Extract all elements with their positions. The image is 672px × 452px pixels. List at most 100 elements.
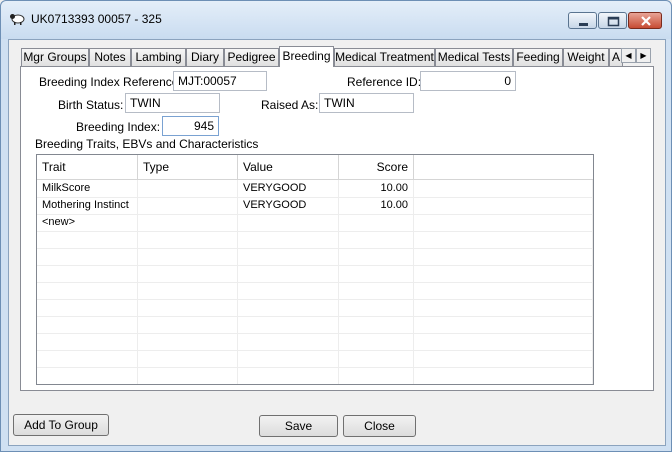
tab-breeding[interactable]: Breeding bbox=[279, 46, 334, 67]
table-cell[interactable] bbox=[37, 248, 138, 265]
table-cell[interactable] bbox=[414, 248, 593, 265]
table-cell[interactable] bbox=[37, 367, 138, 384]
table-cell[interactable] bbox=[414, 367, 593, 384]
table-cell[interactable]: 10.00 bbox=[339, 180, 414, 197]
table-row[interactable]: Mothering Instinct VERYGOOD 10.00 bbox=[37, 197, 593, 215]
table-cell[interactable] bbox=[238, 214, 339, 231]
tab-notes[interactable]: Notes bbox=[89, 48, 131, 66]
table-cell[interactable] bbox=[339, 299, 414, 316]
table-cell[interactable] bbox=[414, 316, 593, 333]
table-cell[interactable] bbox=[138, 180, 238, 197]
table-cell[interactable] bbox=[37, 231, 138, 248]
table-cell[interactable] bbox=[37, 350, 138, 367]
table-row[interactable]: MilkScore VERYGOOD 10.00 bbox=[37, 180, 593, 198]
table-row[interactable] bbox=[37, 333, 593, 351]
table-cell[interactable] bbox=[339, 316, 414, 333]
breeding-index-reference-field[interactable]: MJT:00057 bbox=[173, 71, 267, 91]
table-row[interactable] bbox=[37, 299, 593, 317]
table-cell[interactable] bbox=[339, 248, 414, 265]
tab-scroll-right-button[interactable]: ▶ bbox=[636, 48, 651, 63]
table-cell[interactable] bbox=[339, 350, 414, 367]
tab-mgr-groups[interactable]: Mgr Groups bbox=[21, 48, 89, 66]
table-cell[interactable] bbox=[339, 265, 414, 282]
table-cell[interactable] bbox=[138, 214, 238, 231]
table-cell[interactable]: 10.00 bbox=[339, 197, 414, 214]
table-cell[interactable] bbox=[339, 231, 414, 248]
table-cell[interactable] bbox=[238, 248, 339, 265]
table-cell[interactable] bbox=[37, 333, 138, 350]
table-row[interactable] bbox=[37, 350, 593, 368]
table-cell[interactable] bbox=[238, 265, 339, 282]
table-cell[interactable] bbox=[37, 299, 138, 316]
table-cell[interactable] bbox=[414, 214, 593, 231]
tab-medical-tests[interactable]: Medical Tests bbox=[435, 48, 513, 66]
table-cell[interactable] bbox=[37, 265, 138, 282]
table-cell[interactable]: <new> bbox=[37, 214, 138, 231]
tab-pedigree[interactable]: Pedigree bbox=[224, 48, 279, 66]
table-cell[interactable] bbox=[414, 180, 593, 197]
table-cell[interactable]: Mothering Instinct bbox=[37, 197, 138, 214]
table-cell[interactable] bbox=[238, 333, 339, 350]
table-cell[interactable] bbox=[414, 350, 593, 367]
table-cell[interactable]: MilkScore bbox=[37, 180, 138, 197]
tab-diary[interactable]: Diary bbox=[186, 48, 224, 66]
table-cell[interactable] bbox=[238, 316, 339, 333]
table-cell[interactable] bbox=[138, 367, 238, 384]
column-header-value[interactable]: Value bbox=[238, 155, 339, 179]
column-header-type[interactable]: Type bbox=[138, 155, 238, 179]
reference-id-field[interactable]: 0 bbox=[420, 71, 516, 91]
add-to-group-button[interactable]: Add To Group bbox=[13, 414, 109, 436]
tab-medical-treatment[interactable]: Medical Treatment bbox=[334, 48, 435, 66]
table-cell[interactable] bbox=[414, 265, 593, 282]
table-cell[interactable] bbox=[138, 299, 238, 316]
table-cell[interactable] bbox=[414, 231, 593, 248]
table-row[interactable]: <new> bbox=[37, 214, 593, 232]
table-cell[interactable] bbox=[37, 282, 138, 299]
tab-feeding[interactable]: Feeding bbox=[513, 48, 563, 66]
save-button[interactable]: Save bbox=[259, 415, 338, 437]
table-cell[interactable] bbox=[414, 197, 593, 214]
table-cell[interactable] bbox=[238, 367, 339, 384]
table-row[interactable] bbox=[37, 367, 593, 384]
table-cell[interactable] bbox=[238, 282, 339, 299]
close-button[interactable]: Close bbox=[343, 415, 416, 437]
column-header-score[interactable]: Score bbox=[339, 155, 414, 179]
tab-lambing[interactable]: Lambing bbox=[131, 48, 186, 66]
birth-status-field[interactable]: TWIN bbox=[125, 93, 220, 113]
table-cell[interactable] bbox=[138, 248, 238, 265]
table-row[interactable] bbox=[37, 265, 593, 283]
table-cell[interactable]: VERYGOOD bbox=[238, 180, 339, 197]
title-bar[interactable]: UK0713393 00057 - 325 bbox=[1, 1, 671, 39]
column-header-trait[interactable]: Trait bbox=[37, 155, 138, 179]
table-cell[interactable] bbox=[138, 282, 238, 299]
table-cell[interactable] bbox=[138, 350, 238, 367]
traits-grid[interactable]: Trait Type Value Score MilkScore VERYGOOD… bbox=[36, 154, 594, 385]
table-cell[interactable] bbox=[138, 265, 238, 282]
table-cell[interactable] bbox=[238, 299, 339, 316]
table-cell[interactable]: VERYGOOD bbox=[238, 197, 339, 214]
breeding-index-field[interactable]: 945 bbox=[162, 116, 219, 136]
raised-as-field[interactable]: TWIN bbox=[319, 93, 414, 113]
table-cell[interactable] bbox=[339, 333, 414, 350]
table-row[interactable] bbox=[37, 248, 593, 266]
table-cell[interactable] bbox=[138, 197, 238, 214]
table-cell[interactable] bbox=[339, 367, 414, 384]
tab-scroll-left-button[interactable]: ◀ bbox=[621, 48, 636, 63]
table-cell[interactable] bbox=[339, 214, 414, 231]
table-row[interactable] bbox=[37, 231, 593, 249]
maximize-button[interactable] bbox=[598, 12, 627, 29]
table-cell[interactable] bbox=[339, 282, 414, 299]
table-cell[interactable] bbox=[414, 299, 593, 316]
table-cell[interactable] bbox=[414, 333, 593, 350]
table-cell[interactable] bbox=[238, 350, 339, 367]
table-cell[interactable] bbox=[138, 231, 238, 248]
tab-weight[interactable]: Weight bbox=[563, 48, 609, 66]
table-cell[interactable] bbox=[37, 316, 138, 333]
table-row[interactable] bbox=[37, 282, 593, 300]
table-cell[interactable] bbox=[238, 231, 339, 248]
minimize-button[interactable] bbox=[568, 12, 597, 29]
table-cell[interactable] bbox=[138, 333, 238, 350]
table-cell[interactable] bbox=[138, 316, 238, 333]
table-cell[interactable] bbox=[414, 282, 593, 299]
table-row[interactable] bbox=[37, 316, 593, 334]
